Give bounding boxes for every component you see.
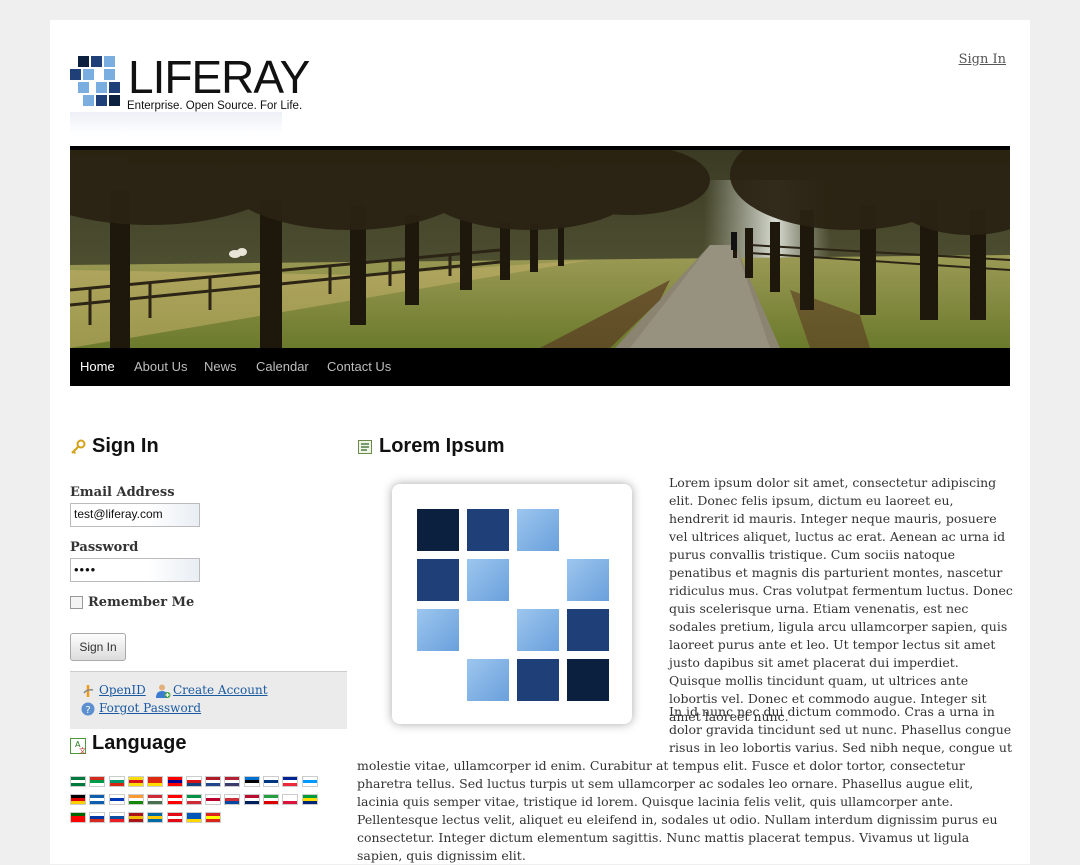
flag-bg[interactable] <box>108 776 125 787</box>
sign-in-portlet-title: Sign In <box>92 435 159 457</box>
content-paragraph-1: Lorem ipsum dolor sit amet, consectetur … <box>669 475 1013 724</box>
flag-hi[interactable] <box>127 794 144 805</box>
language-portlet-title: Language <box>92 732 187 754</box>
flag-vi[interactable] <box>205 812 222 823</box>
svg-text:文: 文 <box>79 746 86 754</box>
flag-iw[interactable] <box>108 794 125 805</box>
flag-ja[interactable] <box>205 794 222 805</box>
flag-hu[interactable] <box>147 794 164 805</box>
flag-uk[interactable] <box>185 812 202 823</box>
content-paragraph-2-wrap: In id nunc nec dui dictum commodo. Cras … <box>357 703 1014 865</box>
flag-fi[interactable] <box>263 776 279 787</box>
flag-zh-tw[interactable] <box>166 776 183 787</box>
remember-me-checkbox[interactable] <box>70 596 83 609</box>
flag-pt[interactable] <box>70 812 86 823</box>
content-title: Lorem Ipsum <box>379 435 505 457</box>
header-banner-image <box>70 146 1010 352</box>
flag-tr[interactable] <box>166 812 183 823</box>
main-navigation: Home About Us News Calendar Contact Us <box>70 348 1010 386</box>
flag-sk[interactable] <box>108 812 125 823</box>
nav-item-news[interactable]: News <box>204 348 237 386</box>
password-label: Password <box>70 540 139 555</box>
flag-gl[interactable] <box>301 776 318 787</box>
flag-sv[interactable] <box>147 812 164 823</box>
svg-text:?: ? <box>85 705 90 716</box>
flag-nl[interactable] <box>205 776 222 787</box>
flag-pl[interactable] <box>282 794 299 805</box>
email-input[interactable]: test@liferay.com <box>70 503 200 527</box>
logo-tagline: Enterprise. Open Source. For Life. <box>127 100 303 112</box>
nav-item-calendar[interactable]: Calendar <box>256 348 309 386</box>
help-icon: ? <box>81 702 95 716</box>
flag-in[interactable] <box>166 794 183 805</box>
flag-de[interactable] <box>70 794 86 805</box>
password-input[interactable]: •••• <box>70 558 200 582</box>
openid-icon <box>83 685 94 697</box>
header-sign-in-link[interactable]: Sign In <box>959 52 1006 67</box>
forgot-password-link[interactable]: Forgot Password <box>99 701 201 715</box>
create-account-link[interactable]: Create Account <box>173 683 268 697</box>
logo-reflection <box>70 112 282 134</box>
flag-ca[interactable] <box>127 776 144 787</box>
flag-zh-cn[interactable] <box>147 776 164 787</box>
flag-eu[interactable] <box>89 776 106 787</box>
page: LIFERAY Enterprise. Open Source. For Lif… <box>50 20 1030 864</box>
liferay-logo[interactable]: LIFERAY Enterprise. Open Source. For Lif… <box>70 51 310 138</box>
language-icon: A 文 <box>70 738 86 754</box>
flag-en[interactable] <box>224 776 241 787</box>
remember-me-label: Remember Me <box>88 595 195 610</box>
sign-in-navigation: OpenID Create Account ? Forgot Password <box>70 671 347 729</box>
web-content-icon <box>358 440 372 454</box>
flag-pt-br[interactable] <box>301 794 318 805</box>
flag-fr[interactable] <box>282 776 299 787</box>
flag-es[interactable] <box>127 812 144 823</box>
flag-et[interactable] <box>243 776 260 787</box>
nav-item-home[interactable]: Home <box>80 348 115 386</box>
flag-fa[interactable] <box>263 794 279 805</box>
add-user-icon <box>156 684 171 698</box>
liferay-squares-image <box>392 484 632 724</box>
email-label: Email Address <box>70 485 175 500</box>
flag-it[interactable] <box>185 794 202 805</box>
nav-item-contact-us[interactable]: Contact Us <box>327 348 391 386</box>
key-icon <box>71 439 86 455</box>
logo-squares-icon <box>70 56 122 108</box>
flag-ar[interactable] <box>70 776 86 787</box>
flag-ru[interactable] <box>89 812 106 823</box>
flag-ko[interactable] <box>224 794 241 805</box>
flag-cs[interactable] <box>185 776 202 787</box>
sign-in-button[interactable]: Sign In <box>70 633 126 661</box>
logo-wordmark: LIFERAY <box>128 51 310 103</box>
openid-link[interactable]: OpenID <box>99 683 146 697</box>
nav-item-about-us[interactable]: About Us <box>134 348 187 386</box>
flag-nb[interactable] <box>243 794 260 805</box>
flag-el[interactable] <box>89 794 106 805</box>
